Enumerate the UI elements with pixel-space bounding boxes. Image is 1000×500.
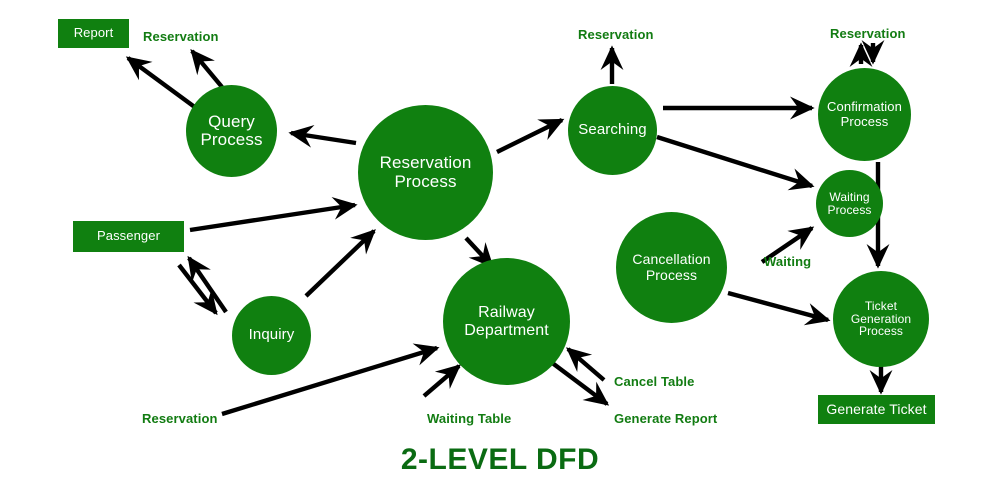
dfd-diagram: Query Process Report Reservation Process… [0, 0, 1000, 500]
node-searching-label: Searching [578, 121, 647, 139]
node-generate-ticket[interactable]: Generate Ticket [818, 395, 935, 424]
node-generate-ticket-label: Generate Ticket [826, 400, 927, 417]
edge-cancel-table-to-railway [565, 347, 606, 382]
node-inquiry[interactable]: Inquiry [232, 296, 311, 375]
node-cancellation-process-label: Cancellation Process [632, 251, 711, 283]
edge-railway-to-generate-report [549, 360, 610, 406]
flow-label-waiting: Waiting [764, 254, 812, 269]
flow-label-reservation-searching: Reservation [578, 27, 654, 42]
flow-label-reservation-query: Reservation [143, 29, 219, 44]
flow-label-reservation-railway: Reservation [142, 411, 218, 426]
flow-label-generate-report: Generate Report [614, 411, 718, 426]
node-passenger-label: Passenger [96, 228, 161, 244]
node-confirmation-process-label: Confirmation Process [827, 99, 902, 129]
node-waiting-process[interactable]: Waiting Process [816, 170, 883, 237]
edge-reservation-to-searching [496, 118, 565, 154]
node-passenger[interactable]: Passenger [73, 221, 184, 252]
node-query-process[interactable]: Query Process [186, 85, 277, 177]
edge-waiting-table-to-railway [422, 364, 462, 398]
node-ticket-generation-process[interactable]: Ticket Generation Process [833, 271, 929, 367]
flow-label-waiting-table: Waiting Table [427, 411, 512, 426]
node-confirmation-process[interactable]: Confirmation Process [818, 68, 911, 161]
edge-cancellation-to-ticket [727, 290, 831, 326]
edge-reservation-to-query [288, 125, 357, 148]
node-inquiry-label: Inquiry [248, 326, 295, 344]
node-report[interactable]: Report [58, 19, 129, 48]
node-railway-department-label: Railway Department [464, 304, 549, 339]
node-waiting-process-label: Waiting Process [827, 189, 872, 217]
node-report-label: Report [73, 25, 114, 41]
edge-query-to-reservation-label [190, 48, 224, 89]
edge-searching-to-waiting [656, 134, 815, 191]
node-cancellation-process[interactable]: Cancellation Process [616, 212, 727, 323]
edge-query-to-report [125, 56, 198, 110]
node-reservation-process-label: Reservation Process [379, 153, 472, 191]
edge-passenger-to-reservation [189, 196, 358, 233]
flow-label-reservation-confirmation: Reservation [830, 26, 906, 41]
node-query-process-label: Query Process [200, 111, 263, 149]
node-ticket-generation-process-label: Ticket Generation Process [850, 298, 912, 339]
diagram-title: 2-LEVEL DFD [400, 443, 600, 476]
flow-label-cancel-table: Cancel Table [614, 374, 695, 389]
node-reservation-process[interactable]: Reservation Process [358, 105, 493, 240]
edge-inquiry-to-reservation [304, 229, 376, 298]
node-searching[interactable]: Searching [568, 86, 657, 175]
node-railway-department[interactable]: Railway Department [443, 258, 570, 385]
